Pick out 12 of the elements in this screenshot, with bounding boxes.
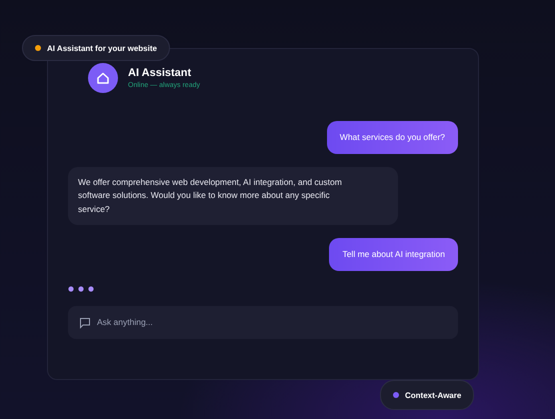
dot-icon [393, 392, 399, 398]
user-message: Tell me about AI integration [329, 238, 458, 271]
typing-indicator-icon [68, 286, 94, 292]
dot-icon [35, 45, 41, 51]
home-icon [88, 63, 118, 93]
badge-label: Context-Aware [405, 390, 462, 400]
assistant-message: We offer comprehensive web development, AI integration, and custom software solutions. Would you like to know more about any specific service? [68, 167, 398, 225]
message-input-field[interactable]: Ask anything... [68, 306, 458, 339]
assistant-name: AI Assistant [128, 67, 192, 79]
badge-label: AI Assistant for your website [47, 44, 157, 52]
chat-bubble-icon [79, 316, 91, 329]
user-message: What services do you offer? [326, 121, 458, 154]
